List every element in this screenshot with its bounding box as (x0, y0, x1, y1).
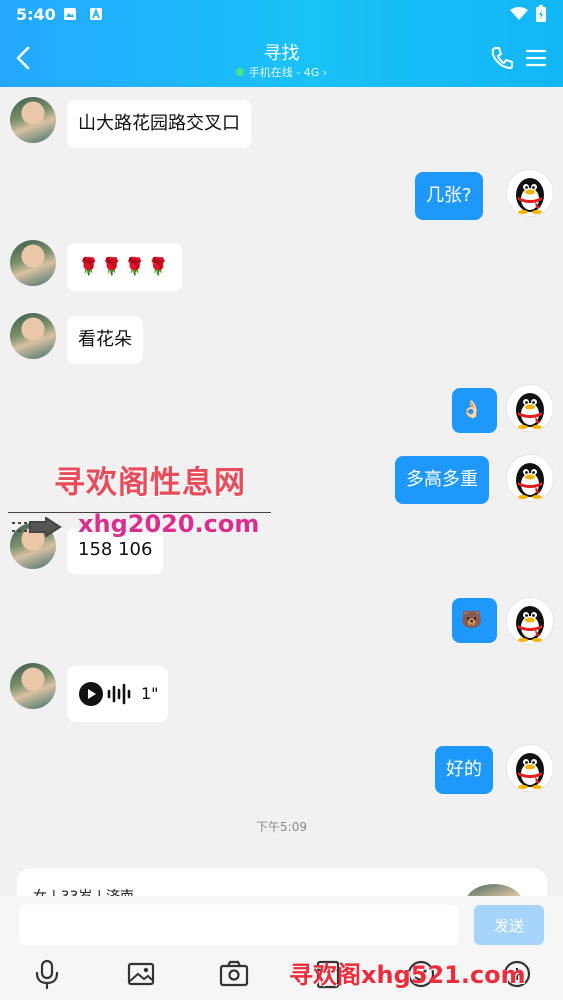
watermark-arrow-icon (12, 517, 62, 537)
call-button[interactable] (489, 45, 515, 71)
wifi-icon (510, 7, 528, 20)
menu-button[interactable] (525, 47, 547, 69)
message-bubble[interactable]: 几张? (415, 172, 483, 220)
message-bubble[interactable]: 看花朵 (67, 316, 143, 364)
online-status[interactable]: 手机在线 - 4G › (0, 64, 563, 80)
chat-header: 5:40 寻找 手机在线 - 4G › (0, 0, 563, 87)
message-bubble[interactable]: 多高多重 (395, 456, 489, 504)
chat-title: 寻找 (263, 43, 300, 64)
message-bubble[interactable]: 山大路花园路交叉口 (67, 100, 251, 148)
message-bubble[interactable]: 好的 (435, 746, 493, 794)
penguin-icon (516, 753, 544, 789)
message-input[interactable] (19, 905, 459, 945)
contact-avatar[interactable] (10, 313, 56, 359)
menu-icon (525, 49, 547, 67)
penguin-icon (516, 606, 544, 642)
message-bubble[interactable]: 🐻 (452, 598, 497, 643)
gallery-button[interactable] (123, 956, 159, 992)
my-avatar[interactable] (506, 384, 554, 432)
microphone-icon (35, 959, 59, 990)
online-status-text: 手机在线 - 4G › (248, 66, 328, 79)
voice-wave-icon (107, 683, 131, 705)
penguin-icon (516, 393, 544, 429)
my-avatar[interactable] (506, 597, 554, 645)
camera-icon (219, 960, 249, 987)
status-time: 5:40 (16, 5, 56, 24)
contact-avatar[interactable] (10, 663, 56, 709)
app-notification-icon (90, 7, 102, 20)
watermark-url: xhg2020.com (78, 510, 260, 538)
my-avatar[interactable] (506, 169, 554, 217)
phone-icon (491, 47, 513, 69)
image-icon (127, 962, 155, 986)
contact-avatar[interactable] (10, 240, 56, 286)
play-icon[interactable] (79, 682, 103, 706)
penguin-icon (516, 463, 544, 499)
penguin-icon (516, 178, 544, 214)
camera-button[interactable] (216, 956, 252, 992)
online-dot (235, 68, 244, 76)
contact-avatar[interactable] (10, 97, 56, 143)
status-bar: 5:40 (0, 0, 563, 28)
battery-icon (536, 5, 546, 22)
voice-button[interactable] (29, 956, 65, 992)
watermark-url-bottom: 寻欢阁xhg521.com (289, 961, 526, 989)
message-bubble[interactable]: 👌🏻 (452, 388, 497, 433)
message-timestamp: 下午5:09 (256, 820, 307, 834)
message-bubble[interactable]: 🌹🌹🌹🌹 (67, 243, 182, 291)
send-button[interactable]: 发送 (474, 905, 544, 945)
watermark-text: 寻欢阁性息网 (54, 465, 246, 501)
my-avatar[interactable] (506, 454, 554, 502)
image-notification-icon (64, 8, 76, 20)
voice-message[interactable]: 1" (67, 666, 168, 722)
voice-duration: 1" (141, 684, 159, 703)
my-avatar[interactable] (506, 744, 554, 792)
